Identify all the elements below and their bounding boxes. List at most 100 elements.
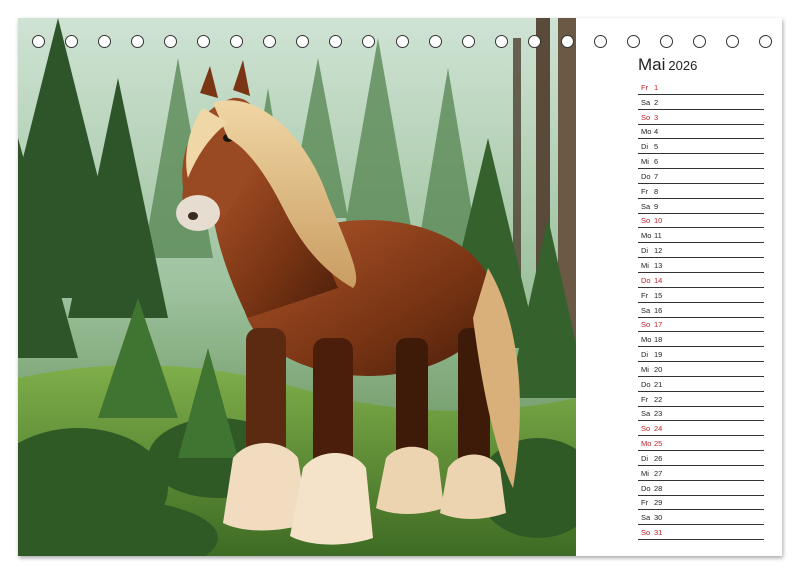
weekday-label: Do bbox=[641, 275, 651, 285]
day-row: Mo 4 bbox=[638, 125, 764, 140]
day-number: 17 bbox=[654, 320, 663, 330]
weekday-label: Sa bbox=[641, 305, 651, 315]
day-row: Fr 22 bbox=[638, 392, 764, 407]
weekday-label: Fr bbox=[641, 186, 649, 196]
day-row: Mi 27 bbox=[638, 466, 764, 481]
day-row: Sa 23 bbox=[638, 407, 764, 422]
day-number: 12 bbox=[654, 246, 663, 256]
binding-ring bbox=[759, 35, 772, 48]
day-row: Di 19 bbox=[638, 347, 764, 363]
binding-ring bbox=[593, 35, 607, 48]
day-number: 11 bbox=[654, 231, 662, 241]
binding-ring bbox=[626, 35, 640, 48]
binding-ring bbox=[560, 35, 574, 48]
day-row: Mo 11 bbox=[638, 228, 764, 244]
binding-ring bbox=[428, 35, 442, 48]
month-header: Mai 2026 bbox=[638, 55, 697, 77]
day-row: Fr 29 bbox=[638, 496, 764, 511]
weekday-label: Sa bbox=[641, 97, 651, 107]
weekday-label: So bbox=[641, 112, 651, 122]
weekday-label: Mo bbox=[641, 335, 652, 345]
weekday-label: Di bbox=[641, 350, 649, 360]
day-row: So 3 bbox=[638, 110, 764, 125]
month-year: 2026 bbox=[668, 58, 698, 73]
weekday-label: So bbox=[641, 320, 651, 330]
weekday-label: So bbox=[641, 424, 651, 434]
day-number: 13 bbox=[654, 260, 663, 270]
day-row: Di 12 bbox=[638, 243, 764, 259]
day-number: 22 bbox=[654, 394, 663, 404]
day-row: Fr 1 bbox=[638, 80, 764, 95]
day-row: Di 26 bbox=[638, 451, 764, 466]
binding-ring bbox=[230, 35, 244, 48]
binding-ring bbox=[395, 35, 409, 48]
day-row: Do 21 bbox=[638, 377, 764, 392]
day-row: Do 14 bbox=[638, 273, 764, 288]
day-row: Sa 9 bbox=[638, 199, 764, 214]
day-number: 1 bbox=[654, 82, 659, 92]
weekday-label: Do bbox=[641, 379, 651, 389]
calendar-page: Mai 2026 Fr 1 Sa 2 So 3 Mo 4 Di 5 Mi 6 Do 7 Fr 8 Sa 9 So 10 M… bbox=[18, 18, 782, 556]
binding-ring bbox=[32, 35, 45, 48]
day-row: Mo 25 bbox=[638, 436, 764, 452]
binding-ring bbox=[494, 35, 508, 48]
day-number: 4 bbox=[654, 127, 659, 137]
day-row: Di 5 bbox=[638, 139, 764, 155]
day-number: 29 bbox=[654, 498, 663, 508]
day-number: 27 bbox=[654, 468, 663, 478]
day-number: 23 bbox=[654, 409, 663, 419]
day-row: Fr 15 bbox=[638, 288, 764, 303]
day-number: 15 bbox=[654, 290, 663, 300]
weekday-label: Sa bbox=[641, 409, 651, 419]
day-row: Mi 6 bbox=[638, 154, 764, 170]
day-number: 19 bbox=[654, 350, 663, 360]
binding-ring bbox=[131, 35, 145, 48]
weekday-label: Mo bbox=[641, 231, 652, 241]
day-row: Sa 2 bbox=[638, 95, 764, 110]
day-number: 30 bbox=[654, 513, 663, 523]
day-row: Mi 20 bbox=[638, 362, 764, 377]
day-number: 21 bbox=[654, 379, 663, 389]
binding-ring bbox=[461, 35, 475, 48]
day-number: 5 bbox=[654, 142, 659, 152]
binding-ring bbox=[362, 35, 376, 48]
day-row: Do 7 bbox=[638, 169, 764, 184]
binding-ring bbox=[527, 35, 541, 48]
weekday-label: Mo bbox=[641, 439, 652, 449]
binding-rings bbox=[32, 35, 772, 51]
horse-photo bbox=[18, 18, 576, 556]
day-row: Mo 18 bbox=[638, 332, 764, 348]
binding-ring bbox=[98, 35, 112, 48]
day-number: 2 bbox=[654, 97, 659, 107]
day-number: 14 bbox=[654, 275, 663, 285]
day-number: 31 bbox=[654, 528, 663, 538]
binding-ring bbox=[197, 35, 211, 48]
day-row: So 24 bbox=[638, 421, 764, 437]
day-row: So 10 bbox=[638, 214, 764, 229]
weekday-label: Mi bbox=[641, 157, 649, 167]
binding-ring bbox=[65, 35, 79, 48]
day-row: Sa 16 bbox=[638, 303, 764, 318]
month-name: Mai bbox=[638, 55, 666, 74]
weekday-label: Fr bbox=[641, 498, 649, 508]
weekday-label: Di bbox=[641, 453, 649, 463]
weekday-label: Do bbox=[641, 171, 651, 181]
day-number: 8 bbox=[654, 186, 659, 196]
day-row: Do 28 bbox=[638, 481, 764, 496]
day-number: 9 bbox=[654, 201, 659, 211]
weekday-label: Di bbox=[641, 246, 649, 256]
weekday-label: Mo bbox=[641, 127, 652, 137]
horse-forest-illustration bbox=[18, 18, 576, 556]
weekday-label: Fr bbox=[641, 290, 649, 300]
day-number: 3 bbox=[654, 112, 659, 122]
weekday-label: Do bbox=[641, 483, 651, 493]
day-row: So 17 bbox=[638, 318, 764, 333]
weekday-label: Fr bbox=[641, 394, 649, 404]
day-number: 10 bbox=[654, 216, 663, 226]
weekday-label: So bbox=[641, 216, 651, 226]
day-number: 18 bbox=[654, 335, 663, 345]
weekday-label: Mi bbox=[641, 364, 649, 374]
binding-ring bbox=[164, 35, 178, 48]
day-number: 28 bbox=[654, 483, 663, 493]
day-number: 7 bbox=[654, 171, 659, 181]
